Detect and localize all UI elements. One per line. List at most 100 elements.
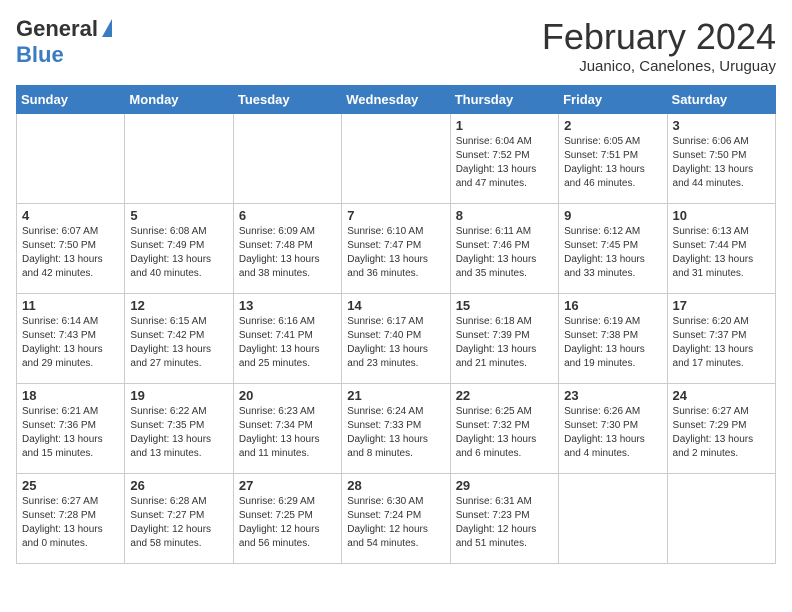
- weekday-header-sunday: Sunday: [17, 86, 125, 114]
- calendar-cell: 5 Sunrise: 6:08 AM Sunset: 7:49 PM Daylig…: [125, 204, 233, 294]
- day-info: Sunrise: 6:10 AM Sunset: 7:47 PM Dayligh…: [347, 225, 444, 281]
- day-number: 12: [130, 298, 227, 313]
- calendar-cell: 20 Sunrise: 6:23 AM Sunset: 7:34 PM Dayli…: [233, 384, 341, 474]
- calendar-cell: 1 Sunrise: 6:04 AM Sunset: 7:52 PM Daylig…: [450, 114, 558, 204]
- day-number: 16: [564, 298, 661, 313]
- calendar-cell: 29 Sunrise: 6:31 AM Sunset: 7:23 PM Dayli…: [450, 474, 558, 564]
- day-number: 19: [130, 388, 227, 403]
- calendar-cell: 10 Sunrise: 6:13 AM Sunset: 7:44 PM Dayli…: [667, 204, 775, 294]
- calendar-cell: 16 Sunrise: 6:19 AM Sunset: 7:38 PM Dayli…: [559, 294, 667, 384]
- calendar-cell: 17Sunrise: 6:20 AM Sunset: 7:37 PM Dayli…: [667, 294, 775, 384]
- weekday-header-tuesday: Tuesday: [233, 86, 341, 114]
- location-text: Juanico, Canelones, Uruguay: [542, 58, 776, 75]
- logo-blue-text: Blue: [16, 42, 64, 68]
- calendar-cell: 6 Sunrise: 6:09 AM Sunset: 7:48 PM Daylig…: [233, 204, 341, 294]
- calendar-cell: 23Sunrise: 6:26 AM Sunset: 7:30 PM Dayli…: [559, 384, 667, 474]
- calendar-cell: 9 Sunrise: 6:12 AM Sunset: 7:45 PM Daylig…: [559, 204, 667, 294]
- week-row-1: 1 Sunrise: 6:04 AM Sunset: 7:52 PM Daylig…: [17, 114, 776, 204]
- calendar-table: SundayMondayTuesdayWednesdayThursdayFrid…: [16, 85, 776, 564]
- day-info: Sunrise: 6:15 AM Sunset: 7:42 PM Dayligh…: [130, 315, 227, 371]
- day-number: 14: [347, 298, 444, 313]
- day-number: 29: [456, 478, 553, 493]
- day-number: 21: [347, 388, 444, 403]
- weekday-header-thursday: Thursday: [450, 86, 558, 114]
- calendar-cell: [125, 114, 233, 204]
- day-info: Sunrise: 6:30 AM Sunset: 7:24 PM Dayligh…: [347, 495, 444, 551]
- logo: General Blue: [16, 16, 112, 68]
- title-area: February 2024 Juanico, Canelones, Urugua…: [542, 16, 776, 75]
- calendar-cell: 8Sunrise: 6:11 AM Sunset: 7:46 PM Daylig…: [450, 204, 558, 294]
- day-number: 4: [22, 208, 119, 223]
- calendar-cell: 4 Sunrise: 6:07 AM Sunset: 7:50 PM Daylig…: [17, 204, 125, 294]
- day-number: 24: [673, 388, 770, 403]
- day-number: 23: [564, 388, 661, 403]
- day-number: 9: [564, 208, 661, 223]
- calendar-cell: 22 Sunrise: 6:25 AM Sunset: 7:32 PM Dayli…: [450, 384, 558, 474]
- day-info: Sunrise: 6:07 AM Sunset: 7:50 PM Dayligh…: [22, 225, 119, 281]
- calendar-cell: 14 Sunrise: 6:17 AM Sunset: 7:40 PM Dayli…: [342, 294, 450, 384]
- week-row-2: 4 Sunrise: 6:07 AM Sunset: 7:50 PM Daylig…: [17, 204, 776, 294]
- day-info: Sunrise: 6:09 AM Sunset: 7:48 PM Dayligh…: [239, 225, 336, 281]
- day-number: 22: [456, 388, 553, 403]
- day-info: Sunrise: 6:27 AM Sunset: 7:28 PM Dayligh…: [22, 495, 119, 551]
- day-info: Sunrise: 6:19 AM Sunset: 7:38 PM Dayligh…: [564, 315, 661, 371]
- calendar-cell: 13Sunrise: 6:16 AM Sunset: 7:41 PM Dayli…: [233, 294, 341, 384]
- calendar-cell: 21Sunrise: 6:24 AM Sunset: 7:33 PM Dayli…: [342, 384, 450, 474]
- day-number: 20: [239, 388, 336, 403]
- month-title: February 2024: [542, 16, 776, 58]
- logo-triangle-icon: [102, 19, 112, 37]
- logo-general-text: General: [16, 16, 98, 42]
- day-number: 11: [22, 298, 119, 313]
- calendar-cell: 3Sunrise: 6:06 AM Sunset: 7:50 PM Daylig…: [667, 114, 775, 204]
- day-number: 10: [673, 208, 770, 223]
- day-info: Sunrise: 6:29 AM Sunset: 7:25 PM Dayligh…: [239, 495, 336, 551]
- week-row-5: 25 Sunrise: 6:27 AM Sunset: 7:28 PM Dayli…: [17, 474, 776, 564]
- calendar-cell: 28 Sunrise: 6:30 AM Sunset: 7:24 PM Dayli…: [342, 474, 450, 564]
- calendar-cell: 18 Sunrise: 6:21 AM Sunset: 7:36 PM Dayli…: [17, 384, 125, 474]
- day-number: 27: [239, 478, 336, 493]
- day-info: Sunrise: 6:18 AM Sunset: 7:39 PM Dayligh…: [456, 315, 553, 371]
- calendar-cell: [559, 474, 667, 564]
- day-number: 7: [347, 208, 444, 223]
- calendar-cell: 2Sunrise: 6:05 AM Sunset: 7:51 PM Daylig…: [559, 114, 667, 204]
- day-info: Sunrise: 6:22 AM Sunset: 7:35 PM Dayligh…: [130, 405, 227, 461]
- day-info: Sunrise: 6:04 AM Sunset: 7:52 PM Dayligh…: [456, 135, 553, 191]
- calendar-cell: 27 Sunrise: 6:29 AM Sunset: 7:25 PM Dayli…: [233, 474, 341, 564]
- day-info: Sunrise: 6:13 AM Sunset: 7:44 PM Dayligh…: [673, 225, 770, 281]
- day-number: 26: [130, 478, 227, 493]
- week-row-4: 18 Sunrise: 6:21 AM Sunset: 7:36 PM Dayli…: [17, 384, 776, 474]
- day-number: 5: [130, 208, 227, 223]
- calendar-cell: 26 Sunrise: 6:28 AM Sunset: 7:27 PM Dayli…: [125, 474, 233, 564]
- day-number: 6: [239, 208, 336, 223]
- weekday-header-row: SundayMondayTuesdayWednesdayThursdayFrid…: [17, 86, 776, 114]
- weekday-header-friday: Friday: [559, 86, 667, 114]
- day-info: Sunrise: 6:06 AM Sunset: 7:50 PM Dayligh…: [673, 135, 770, 191]
- calendar-cell: 11 Sunrise: 6:14 AM Sunset: 7:43 PM Dayli…: [17, 294, 125, 384]
- weekday-header-wednesday: Wednesday: [342, 86, 450, 114]
- day-info: Sunrise: 6:31 AM Sunset: 7:23 PM Dayligh…: [456, 495, 553, 551]
- weekday-header-saturday: Saturday: [667, 86, 775, 114]
- calendar-cell: 15Sunrise: 6:18 AM Sunset: 7:39 PM Dayli…: [450, 294, 558, 384]
- calendar-cell: 19 Sunrise: 6:22 AM Sunset: 7:35 PM Dayli…: [125, 384, 233, 474]
- day-info: Sunrise: 6:23 AM Sunset: 7:34 PM Dayligh…: [239, 405, 336, 461]
- day-number: 25: [22, 478, 119, 493]
- day-info: Sunrise: 6:21 AM Sunset: 7:36 PM Dayligh…: [22, 405, 119, 461]
- day-number: 18: [22, 388, 119, 403]
- day-info: Sunrise: 6:05 AM Sunset: 7:51 PM Dayligh…: [564, 135, 661, 191]
- day-info: Sunrise: 6:17 AM Sunset: 7:40 PM Dayligh…: [347, 315, 444, 371]
- day-info: Sunrise: 6:14 AM Sunset: 7:43 PM Dayligh…: [22, 315, 119, 371]
- day-info: Sunrise: 6:25 AM Sunset: 7:32 PM Dayligh…: [456, 405, 553, 461]
- day-number: 1: [456, 118, 553, 133]
- calendar-cell: 24Sunrise: 6:27 AM Sunset: 7:29 PM Dayli…: [667, 384, 775, 474]
- calendar-cell: [667, 474, 775, 564]
- calendar-cell: 7 Sunrise: 6:10 AM Sunset: 7:47 PM Daylig…: [342, 204, 450, 294]
- day-number: 28: [347, 478, 444, 493]
- day-info: Sunrise: 6:08 AM Sunset: 7:49 PM Dayligh…: [130, 225, 227, 281]
- day-info: Sunrise: 6:12 AM Sunset: 7:45 PM Dayligh…: [564, 225, 661, 281]
- calendar-cell: 12 Sunrise: 6:15 AM Sunset: 7:42 PM Dayli…: [125, 294, 233, 384]
- day-info: Sunrise: 6:16 AM Sunset: 7:41 PM Dayligh…: [239, 315, 336, 371]
- day-info: Sunrise: 6:28 AM Sunset: 7:27 PM Dayligh…: [130, 495, 227, 551]
- calendar-cell: [17, 114, 125, 204]
- header: General Blue February 2024 Juanico, Cane…: [16, 16, 776, 75]
- day-info: Sunrise: 6:20 AM Sunset: 7:37 PM Dayligh…: [673, 315, 770, 371]
